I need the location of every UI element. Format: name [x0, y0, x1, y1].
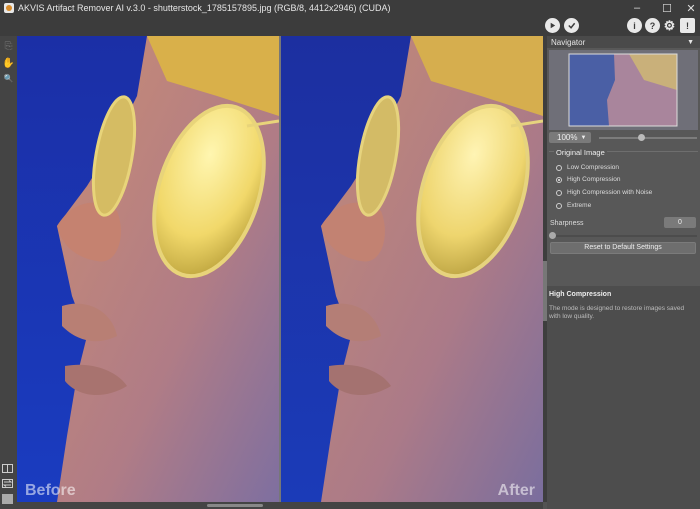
play-icon	[550, 22, 556, 29]
apply-button[interactable]	[564, 18, 579, 33]
navigator-title: Navigator	[551, 37, 586, 47]
navigator-header[interactable]: Navigator ▼	[547, 36, 700, 48]
switch-view-button[interactable]	[2, 479, 13, 488]
zoom-row: 100% ▼	[547, 132, 700, 144]
run-button[interactable]	[545, 18, 560, 33]
radio-label: Extreme	[567, 202, 592, 209]
radio-label: High Compression	[567, 176, 621, 183]
transfer-tool[interactable]: ⎘	[2, 40, 15, 53]
navigator-thumbnail	[549, 50, 698, 130]
radio-selected-icon	[556, 176, 562, 183]
notification-icon: !	[686, 20, 689, 31]
after-image	[281, 36, 543, 502]
help-title: High Compression	[549, 291, 612, 298]
help-text: The mode is designed to restore images s…	[549, 305, 685, 320]
zoom-icon: 🔍	[3, 74, 14, 83]
before-label: Before	[25, 482, 76, 499]
zoom-dropdown[interactable]: 100% ▼	[549, 132, 591, 143]
hand-tool[interactable]: ✋	[2, 57, 15, 70]
reset-defaults-button[interactable]: Reset to Default Settings	[550, 242, 696, 254]
title-bar: AKVIS Artifact Remover AI v.3.0 - shutte…	[0, 0, 700, 16]
window-title: AKVIS Artifact Remover AI v.3.0 - shutte…	[18, 3, 391, 13]
help-button[interactable]: ?	[645, 18, 660, 33]
hand-icon: ✋	[2, 58, 15, 69]
collapse-arrow-icon[interactable]: ▼	[687, 39, 694, 46]
single-view-button[interactable]	[2, 494, 13, 504]
before-pane: Before	[17, 36, 279, 502]
zoom-slider[interactable]	[599, 134, 697, 141]
app-logo-icon	[4, 3, 14, 13]
check-icon	[568, 22, 576, 29]
sharpness-slider-knob[interactable]	[549, 232, 556, 239]
before-image	[17, 36, 279, 502]
after-pane: After	[281, 36, 543, 502]
notifications-button[interactable]: !	[680, 18, 695, 33]
radio-extreme[interactable]: Extreme	[556, 202, 591, 209]
minimize-button[interactable]: –	[626, 0, 648, 16]
gear-icon: ⚙	[663, 17, 676, 33]
zoom-tool[interactable]: 🔍	[2, 72, 15, 85]
radio-high-compression-noise[interactable]: High Compression with Noise	[556, 189, 652, 196]
horizontal-scrollbar[interactable]	[17, 502, 543, 509]
chevron-down-icon: ▼	[580, 134, 587, 141]
settings-button[interactable]: ⚙	[662, 18, 677, 33]
radio-icon	[556, 164, 562, 171]
sharpness-label: Sharpness	[550, 220, 584, 227]
radio-label: Low Compression	[567, 164, 620, 171]
sharpness-input[interactable]: 0	[664, 217, 696, 228]
zoom-value: 100%	[557, 133, 578, 142]
after-label: After	[497, 482, 535, 499]
tool-bar: ⎘ ✋ 🔍	[0, 36, 17, 509]
switch-view-icon	[3, 480, 12, 487]
navigator-preview[interactable]	[549, 50, 698, 130]
split-view-icon	[7, 465, 8, 472]
image-canvas[interactable]: Before After	[17, 36, 543, 502]
sharpness-slider[interactable]	[549, 232, 697, 239]
settings-panel: Navigator ▼ 100% ▼ Original Image Low Co…	[547, 36, 700, 509]
split-view-button[interactable]	[2, 464, 13, 473]
maximize-button[interactable]: ☐	[656, 0, 678, 16]
info-icon: i	[633, 20, 636, 31]
close-button[interactable]: ✕	[680, 0, 700, 16]
radio-icon	[556, 202, 562, 209]
horizontal-scroll-thumb[interactable]	[207, 504, 263, 507]
info-button[interactable]: i	[627, 18, 642, 33]
original-image-title: Original Image	[554, 148, 607, 157]
radio-low-compression[interactable]: Low Compression	[556, 164, 619, 171]
help-panel: High Compression The mode is designed to…	[547, 286, 700, 509]
question-icon: ?	[649, 20, 656, 31]
radio-label: High Compression with Noise	[567, 189, 653, 196]
transfer-icon: ⎘	[4, 41, 13, 52]
toolbar: i ? ⚙ !	[0, 16, 700, 36]
zoom-slider-knob[interactable]	[638, 134, 646, 141]
radio-high-compression[interactable]: High Compression	[556, 176, 620, 183]
radio-icon	[556, 189, 562, 196]
